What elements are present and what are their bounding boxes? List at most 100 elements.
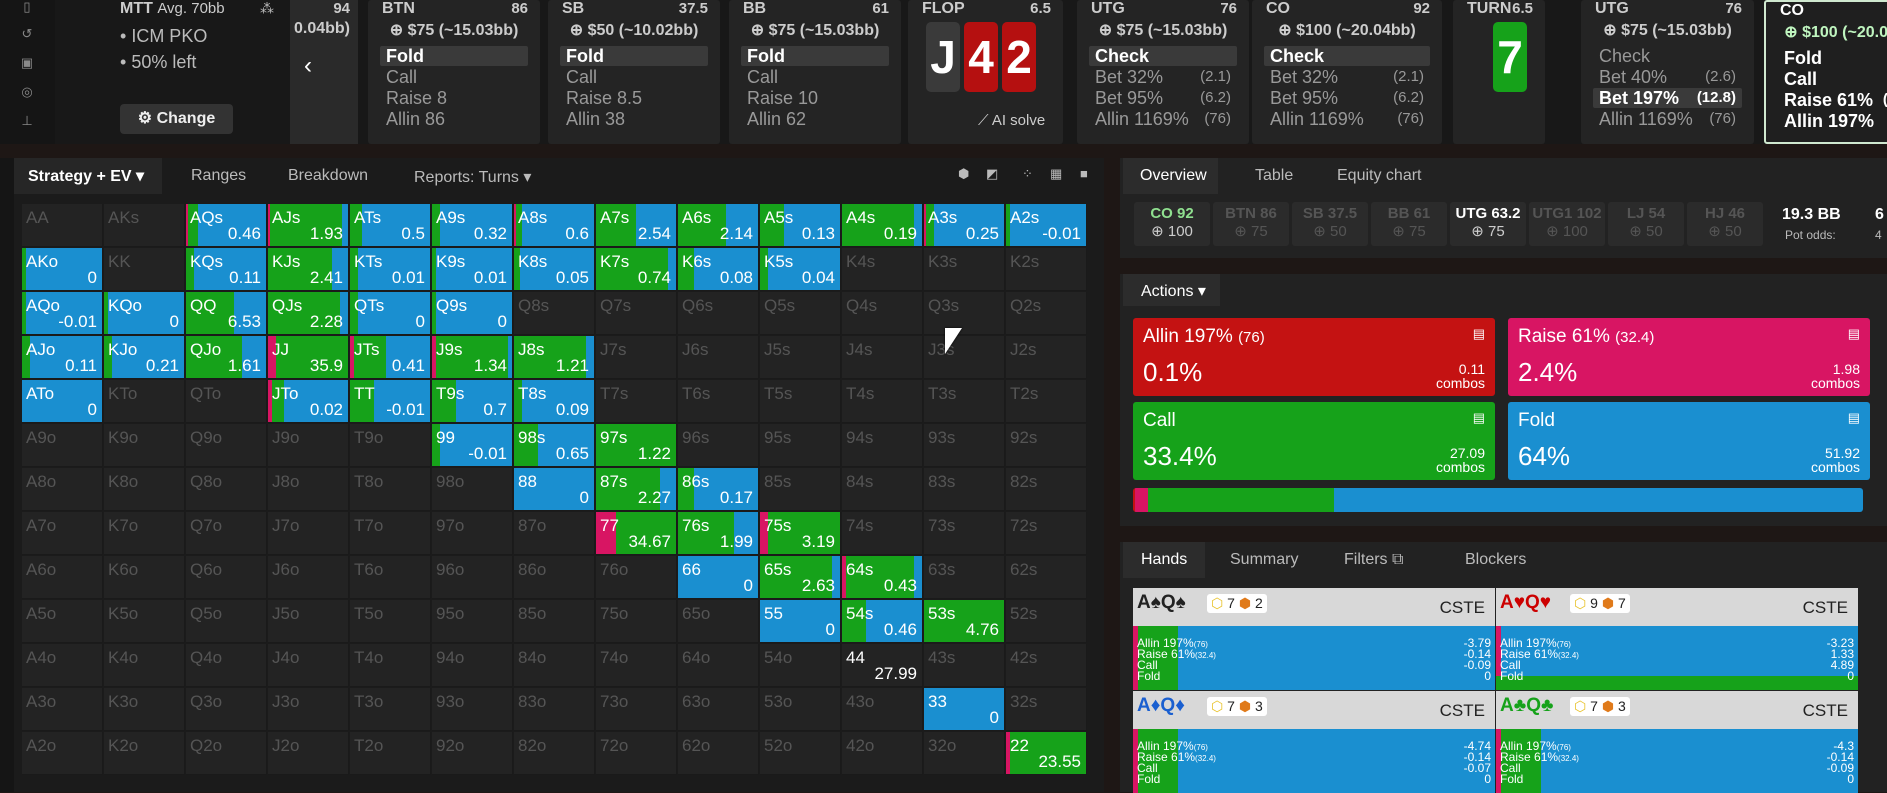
hand-cell[interactable]: Q8s [514, 292, 595, 335]
hand-cell[interactable]: T8s 0.09 [514, 380, 595, 423]
hand-cell[interactable]: J7o [268, 512, 349, 555]
hand-cell[interactable]: 32o [924, 732, 1005, 775]
spot-co[interactable]: CO92⊕ $100 (~20.04bb)FoldCallRaise 61%(3… [1764, 0, 1887, 144]
hand-cell[interactable]: 84o [514, 644, 595, 687]
hand-cell[interactable]: 83o [514, 688, 595, 731]
hand-cell[interactable]: 54s 0.46 [842, 600, 923, 643]
hand-cell[interactable]: AA [22, 204, 103, 247]
hand-cell[interactable]: KQo 0 [104, 292, 185, 335]
hand-cell[interactable]: 72s [1006, 512, 1087, 555]
scroll-prev[interactable]: 94 0.04bb) ‹ [290, 0, 358, 144]
hand-cell[interactable]: J8s 1.21 [514, 336, 595, 379]
hand-cell[interactable]: T4o [350, 644, 431, 687]
hand-cell[interactable]: T9s 0.7 [432, 380, 513, 423]
spot-action[interactable]: Allin 62 [741, 109, 889, 129]
hand-cell[interactable]: AKo 0 [22, 248, 103, 291]
tab-breakdown[interactable]: Breakdown [288, 167, 368, 185]
hand-cell[interactable]: J5o [268, 600, 349, 643]
player-chip[interactable]: BTN 86 ⊕ 75 [1213, 202, 1289, 246]
bookmark-icon[interactable]: ▯ [20, 0, 34, 14]
hand-cell[interactable]: 64s 0.43 [842, 556, 923, 599]
hand-cell[interactable]: T2s [1006, 380, 1087, 423]
spot-action[interactable]: Fold [380, 46, 528, 66]
hand-cell[interactable]: KQs 0.11 [186, 248, 267, 291]
spot-co[interactable]: CO 92 ⊕ $100 (~20.04bb) Check Bet 32% (2.1) Be… [1252, 0, 1442, 144]
hand-cell[interactable]: A7s 2.54 [596, 204, 677, 247]
hand-cell[interactable]: KK [104, 248, 185, 291]
hand-cell[interactable]: 76o [596, 556, 677, 599]
spot-action[interactable]: Call [741, 67, 889, 87]
hand-cell[interactable]: 74s [842, 512, 923, 555]
hand-cell[interactable]: 52o [760, 732, 841, 775]
hand-cell[interactable]: 42s [1006, 644, 1087, 687]
spot-action[interactable]: Bet 95% (6.2) [1264, 88, 1430, 108]
hand-cell[interactable]: A9o [22, 424, 103, 467]
spot-action[interactable]: Allin 38 [560, 109, 708, 129]
hand-cell[interactable]: 97o [432, 512, 513, 555]
hand-cell[interactable]: Q3s [924, 292, 1005, 335]
hand-cell[interactable]: 44 27.99 [842, 644, 923, 687]
hand-cell[interactable]: Q2o [186, 732, 267, 775]
hand-cell[interactable]: K5s 0.04 [760, 248, 841, 291]
hand-cell[interactable]: A5s 0.13 [760, 204, 841, 247]
hand-cell[interactable]: T6s [678, 380, 759, 423]
hand-cell[interactable]: KTo [104, 380, 185, 423]
tab-overview[interactable]: Overview [1123, 158, 1218, 194]
spot-action[interactable]: Check [1264, 46, 1430, 66]
hand-cell[interactable]: 87s 2.27 [596, 468, 677, 511]
hand-cell[interactable]: 93o [432, 688, 513, 731]
ai-solve-button[interactable]: ⟋ AI solve [978, 112, 1045, 129]
hand-cell[interactable]: 33 0 [924, 688, 1005, 731]
spot-btn[interactable]: BTN 86 ⊕ $75 (~15.03bb) Fold Call Raise 8 Alli… [368, 0, 540, 144]
hand-cell[interactable]: A4o [22, 644, 103, 687]
hand-cell[interactable]: A2o [22, 732, 103, 775]
contrast-icon[interactable]: ◩ [986, 166, 998, 182]
hand-cell[interactable]: Q6o [186, 556, 267, 599]
spot-action[interactable]: Call [1778, 69, 1887, 89]
hand-cell[interactable]: ATo 0 [22, 380, 103, 423]
action-box-allin[interactable]: Allin 197% (76) 0.1% 0.11 combos ▤ [1133, 318, 1495, 396]
spot-action[interactable]: Bet 32% (2.1) [1264, 67, 1430, 87]
hand-cell[interactable]: 73s [924, 512, 1005, 555]
hand-cell[interactable]: Q4s [842, 292, 923, 335]
hand-cell[interactable]: 43o [842, 688, 923, 731]
hand-cell[interactable]: 94s [842, 424, 923, 467]
spot-action[interactable]: Allin 1169% (76) [1593, 109, 1742, 129]
hand-cell[interactable]: AJo 0.11 [22, 336, 103, 379]
spot-action[interactable]: Raise 10 [741, 88, 889, 108]
history-icon[interactable]: ↺ [20, 27, 34, 41]
hand-cell[interactable]: 53o [760, 688, 841, 731]
hand-cell[interactable]: J4s [842, 336, 923, 379]
hand-cell[interactable]: J9o [268, 424, 349, 467]
grid-icon[interactable]: ▦ [1050, 166, 1062, 182]
spot-bb[interactable]: BB 61 ⊕ $75 (~15.03bb) Fold Call Raise 10 Alli… [729, 0, 901, 144]
spot-action[interactable]: Call [380, 67, 528, 87]
tab-strategy-ev[interactable]: Strategy + EV ▾ [14, 158, 162, 194]
hand-cell[interactable]: 99 -0.01 [432, 424, 513, 467]
hand-cell[interactable]: A6s 2.14 [678, 204, 759, 247]
hand-cell[interactable]: T5o [350, 600, 431, 643]
hand-cell[interactable]: K8s 0.05 [514, 248, 595, 291]
hand-cell[interactable]: Q3o [186, 688, 267, 731]
hand-cell[interactable]: Q7s [596, 292, 677, 335]
hand-card[interactable]: A♣Q♣ ⬡ 7 ⬢ 3 CSTE Allin 197%(76) -4.3 Raise 6… [1496, 691, 1858, 793]
chevron-left-icon[interactable]: ‹ [304, 52, 312, 80]
hand-cell[interactable]: 64o [678, 644, 759, 687]
spot-action[interactable]: Allin 1169% (76) [1264, 109, 1430, 129]
hand-cell[interactable]: 84s [842, 468, 923, 511]
tab-filters[interactable]: Filters ⧉ [1344, 551, 1403, 569]
hand-cell[interactable]: T7o [350, 512, 431, 555]
hand-cell[interactable]: 95o [432, 600, 513, 643]
hand-cell[interactable]: 94o [432, 644, 513, 687]
hand-cell[interactable]: J2s [1006, 336, 1087, 379]
hand-cell[interactable]: 32s [1006, 688, 1087, 731]
hand-cell[interactable]: KJs 2.41 [268, 248, 349, 291]
tab-blockers[interactable]: Blockers [1465, 551, 1526, 569]
hand-cell[interactable]: K4s [842, 248, 923, 291]
hand-cell[interactable]: Q9o [186, 424, 267, 467]
spot-action[interactable]: Raise 61%(32.4) [1778, 90, 1887, 110]
hand-cell[interactable]: 62o [678, 732, 759, 775]
hand-cell[interactable]: JTs 0.41 [350, 336, 431, 379]
hand-cell[interactable]: A2s -0.01 [1006, 204, 1087, 247]
hand-cell[interactable]: J5s [760, 336, 841, 379]
